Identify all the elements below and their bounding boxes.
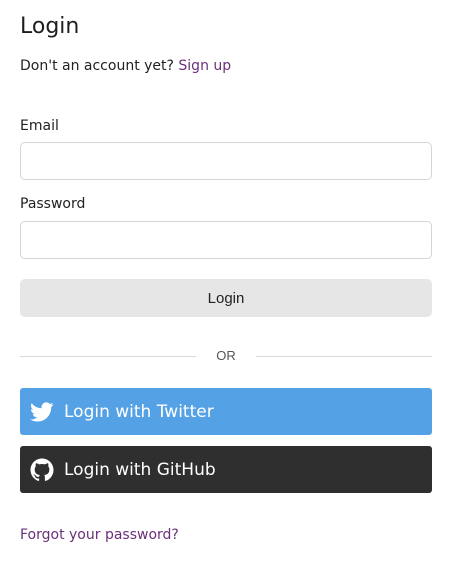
twitter-login-label: Login with Twitter	[64, 401, 214, 422]
signup-prompt-line: Don't an account yet? Sign up	[20, 58, 231, 74]
github-login-label: Login with GitHub	[64, 459, 216, 480]
twitter-bird-icon	[30, 400, 54, 424]
password-label: Password	[20, 196, 86, 212]
email-field[interactable]	[20, 142, 432, 180]
email-label: Email	[20, 118, 59, 134]
divider-line-right	[256, 356, 432, 357]
signup-link[interactable]: Sign up	[178, 58, 231, 74]
page-title: Login	[20, 14, 80, 39]
forgot-password-link[interactable]: Forgot your password?	[20, 527, 179, 543]
github-login-button[interactable]: Login with GitHub	[20, 446, 432, 493]
twitter-login-button[interactable]: Login with Twitter	[20, 388, 432, 435]
or-divider: OR	[20, 348, 432, 366]
signup-prompt-text: Don't an account yet?	[20, 58, 174, 74]
github-octocat-icon	[30, 458, 54, 482]
password-field[interactable]	[20, 221, 432, 259]
login-button[interactable]: Login	[20, 279, 432, 317]
